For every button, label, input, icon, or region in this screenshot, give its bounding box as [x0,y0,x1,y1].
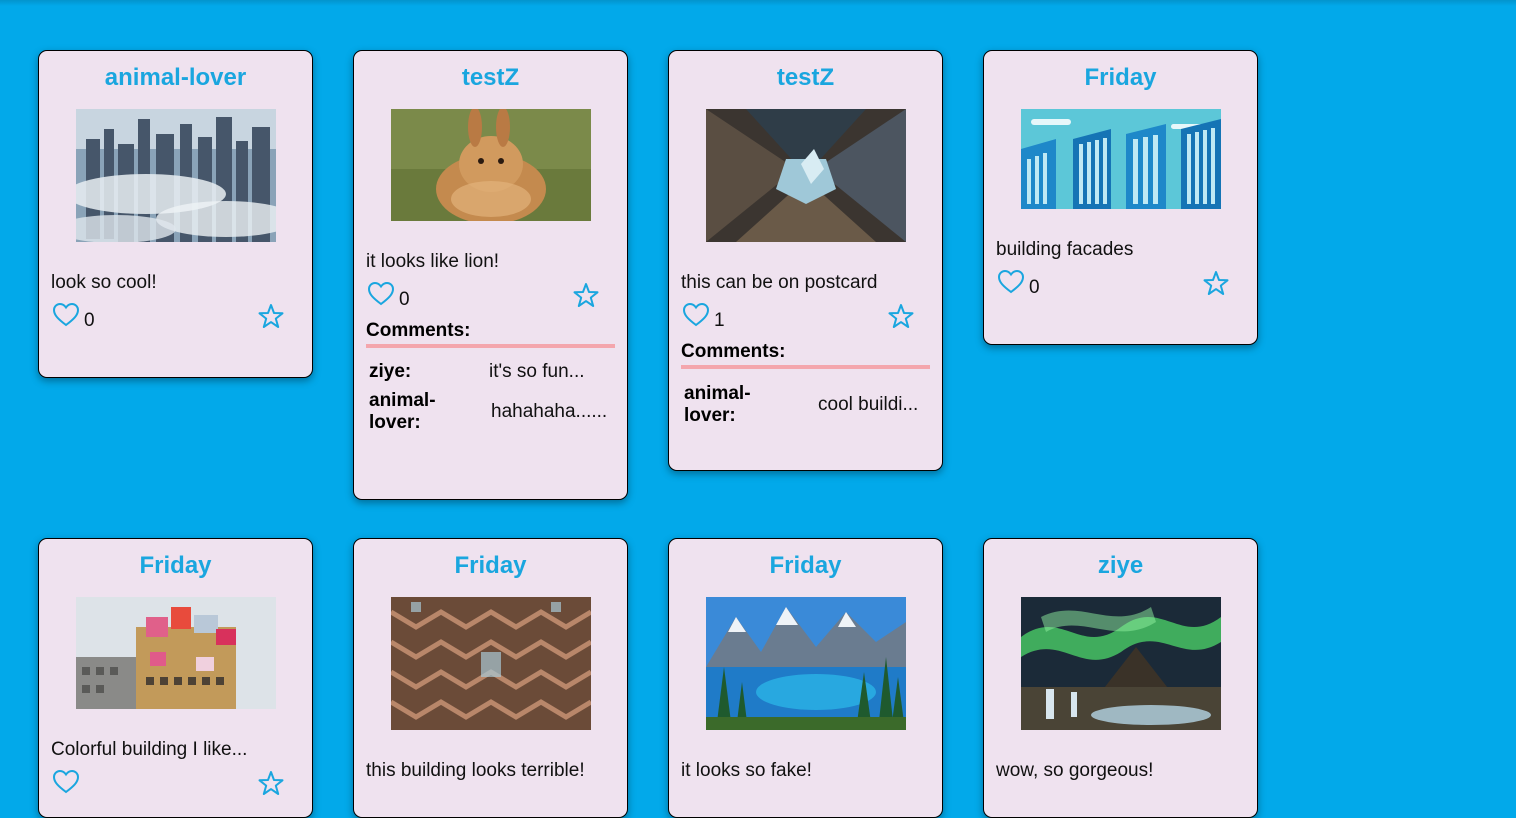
post-author[interactable]: testZ [681,63,930,93]
post-author[interactable]: Friday [681,551,930,581]
post-author[interactable]: Friday [51,551,300,581]
comment-row: animal-lover: cool buildi... [681,383,930,427]
post-card: Friday this building looks terrible! [353,538,628,818]
fluffy-rabbit-image [390,109,591,221]
colorful-building-image [75,597,276,709]
comment-row: animal-lover: hahahaha...... [366,390,615,434]
skyscrapers-looking-up-image [705,109,906,242]
top-bar-shadow [0,0,1516,6]
post-caption: Colorful building I like... [51,739,248,760]
post-caption: it looks like lion! [366,251,500,272]
comments-heading: Comments: [681,341,930,369]
comments-heading: Comments: [366,320,615,348]
post-caption: this can be on postcard [681,272,878,293]
post-image[interactable] [390,109,591,221]
post-image[interactable] [705,597,906,730]
star-icon[interactable] [888,303,914,329]
like-count: 0 [1029,277,1040,298]
post-caption: this building looks terrible! [366,760,585,781]
post-actions: 0 [996,268,1245,302]
comment-user: animal-lover: [369,390,436,433]
honeycomb-structure-image [390,597,591,730]
post-card: Friday Colorful building I like... [38,538,313,818]
post-author[interactable]: Friday [366,551,615,581]
post-image[interactable] [75,109,276,242]
illustrated-towers-image [1020,109,1221,209]
comment-text: it's so fun... [489,361,585,382]
like-count: 0 [399,289,410,310]
post-author[interactable]: ziye [996,551,1245,581]
heart-icon[interactable] [367,280,395,308]
star-icon[interactable] [1203,270,1229,296]
heart-icon[interactable] [682,301,710,329]
post-card: Friday building facades 0 [983,50,1258,345]
post-card: testZ this can be on postcard 1 Comments… [668,50,943,471]
mountain-lake-image [705,597,906,730]
comment-user: animal-lover: [684,383,751,426]
like-count: 1 [714,310,725,331]
foggy-skyscrapers-image [75,109,276,242]
comment-text: cool buildi... [818,394,919,415]
aurora-waterfall-image [1020,597,1221,730]
star-icon[interactable] [573,282,599,308]
post-caption: building facades [996,239,1134,260]
post-card: Friday it looks so fake! [668,538,943,818]
post-card: ziye wow, so gorgeous! [983,538,1258,818]
heart-icon[interactable] [52,301,80,329]
post-actions: 0 [51,301,300,335]
post-actions: 0 [366,280,615,314]
comment-user: ziye: [369,361,412,382]
post-image[interactable] [1020,597,1221,730]
star-icon[interactable] [258,303,284,329]
comment-text: hahahaha...... [491,401,608,422]
post-caption: wow, so gorgeous! [996,760,1154,781]
post-author[interactable]: testZ [366,63,615,93]
heart-icon[interactable] [52,768,80,796]
post-caption: look so cool! [51,272,157,293]
like-count: 0 [84,310,95,331]
post-card: testZ it looks like lion! 0 Comments: zi… [353,50,628,500]
post-image[interactable] [75,597,276,709]
post-image[interactable] [390,597,591,730]
star-icon[interactable] [258,770,284,796]
post-image[interactable] [705,109,906,242]
post-card: animal-lover look so cool! 0 [38,50,313,378]
heart-icon[interactable] [997,268,1025,296]
post-actions: 1 [681,301,930,335]
post-author[interactable]: animal-lover [51,63,300,93]
comment-row: ziye: it's so fun... [366,360,615,384]
post-author[interactable]: Friday [996,63,1245,93]
post-image[interactable] [1020,109,1221,209]
post-caption: it looks so fake! [681,760,812,781]
